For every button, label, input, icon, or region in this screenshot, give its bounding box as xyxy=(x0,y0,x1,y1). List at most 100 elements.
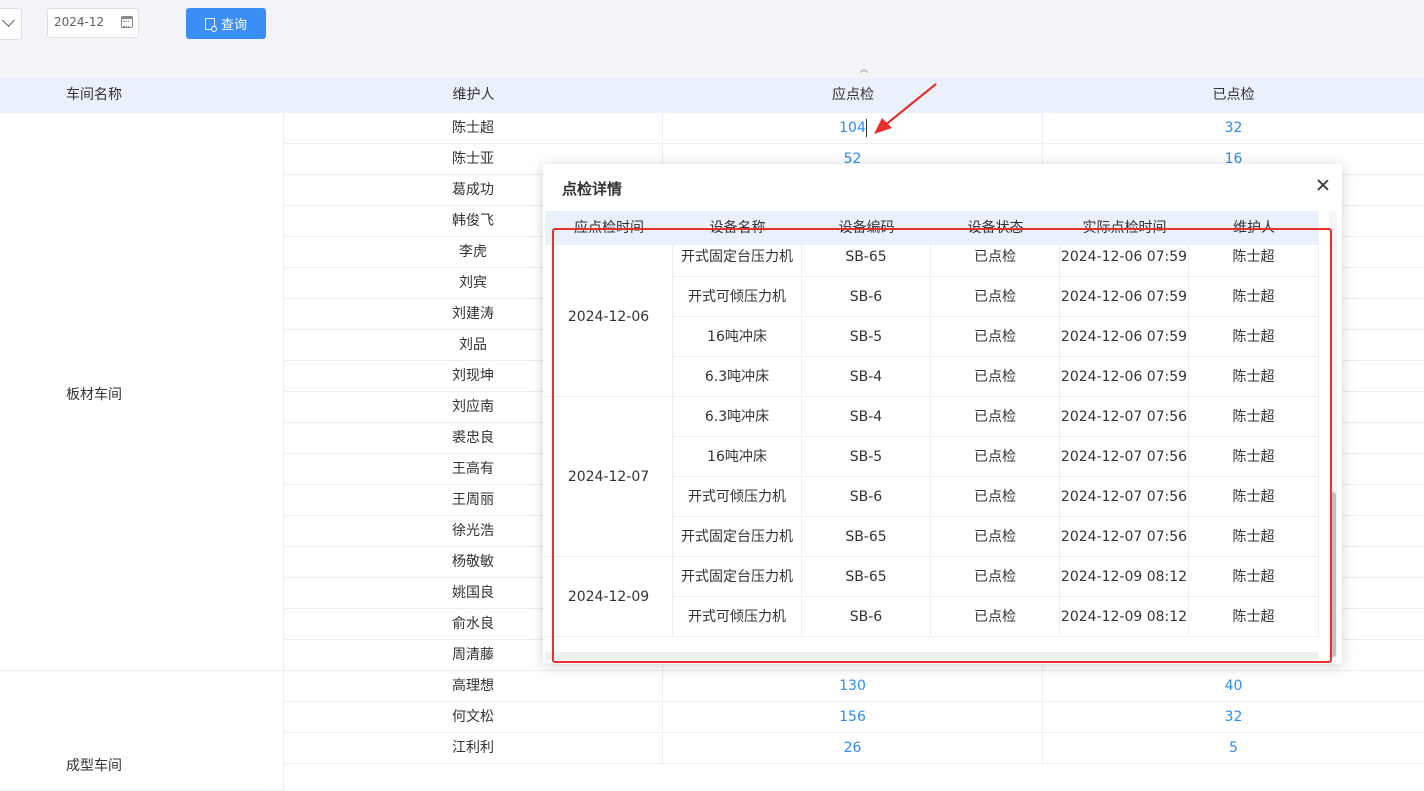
col-header-device-code: 设备编码 xyxy=(838,220,895,236)
actual-time-cell: 2024-12-06 07:59 xyxy=(1060,245,1189,277)
due-date-cell: 2024-12-07 xyxy=(545,397,673,557)
workshop-cell: 成型车间 xyxy=(0,671,284,791)
detail-table-body: 2024-12-06 开式固定台压力机 SB-65 已点检 2024-12-06 07:… xyxy=(545,245,1319,652)
col-header-done: 已点检 xyxy=(1212,87,1255,103)
workshop-cell: 板材车间 xyxy=(0,113,284,671)
device-status-cell: 已点检 xyxy=(931,437,1060,477)
device-code-cell: SB-6 xyxy=(802,477,931,517)
inspection-detail-dialog: 点检详情 应点检时间 设备名称 设备编码 设备状态 实际点检时间 维护人 202… xyxy=(543,164,1342,664)
workshop-name: 板材车间 xyxy=(66,387,122,403)
col-header-person: 维护人 xyxy=(1233,220,1275,236)
query-button[interactable]: 查询 xyxy=(186,8,266,39)
main-table-header: 车间名称 维护人 应点检 已点检 xyxy=(0,78,1424,113)
actual-time-cell: 2024-12-07 07:56 xyxy=(1060,517,1189,557)
workshop-select[interactable] xyxy=(0,8,22,40)
actual-time-cell: 2024-12-07 07:56 xyxy=(1060,397,1189,437)
month-picker[interactable]: 2024-12 xyxy=(47,8,139,38)
search-doc-icon xyxy=(204,17,217,32)
device-name-cell: 开式可倾压力机 xyxy=(673,597,802,637)
due-count-link[interactable]: 104 xyxy=(663,113,1043,143)
col-header-due-time: 应点检时间 xyxy=(574,220,644,236)
person-cell: 陈士超 xyxy=(1189,437,1319,477)
device-name-cell: 16吨冲床 xyxy=(673,437,802,477)
maintainer-cell: 何文松 xyxy=(284,702,663,732)
maintainer-cell: 高理想 xyxy=(284,671,663,701)
person-cell: 陈士超 xyxy=(1189,397,1319,437)
actual-time-cell: 2024-12-09 08:12 xyxy=(1060,597,1189,637)
table-row: 陈士超 104 32 xyxy=(284,113,1424,144)
table-row: 高理想 130 40 xyxy=(284,671,1424,702)
device-status-cell: 已点检 xyxy=(931,397,1060,437)
device-status-cell: 已点检 xyxy=(931,557,1060,597)
device-code-cell: SB-6 xyxy=(802,277,931,317)
calendar-icon[interactable] xyxy=(121,16,133,28)
device-name-cell: 开式固定台压力机 xyxy=(673,517,802,557)
due-count-link[interactable]: 156 xyxy=(663,702,1043,732)
close-icon[interactable] xyxy=(1316,178,1330,192)
due-date-cell: 2024-12-06 xyxy=(545,245,673,397)
person-cell: 陈士超 xyxy=(1189,477,1319,517)
query-button-label: 查询 xyxy=(220,18,247,33)
done-count-link[interactable]: 40 xyxy=(1043,671,1424,701)
chevron-down-icon xyxy=(2,14,15,27)
person-cell: 陈士超 xyxy=(1189,517,1319,557)
device-code-cell: SB-65 xyxy=(802,245,931,277)
device-name-cell: 开式可倾压力机 xyxy=(673,277,802,317)
col-header-actual-time: 实际点检时间 xyxy=(1082,220,1167,236)
detail-table-header: 应点检时间 设备名称 设备编码 设备状态 实际点检时间 维护人 xyxy=(545,211,1319,245)
device-status-cell: 已点检 xyxy=(931,477,1060,517)
actual-time-cell: 2024-12-06 07:59 xyxy=(1060,277,1189,317)
maintainer-cell: 江利利 xyxy=(284,733,663,763)
person-cell: 陈士超 xyxy=(1189,245,1319,277)
workshop-name: 成型车间 xyxy=(66,758,122,774)
actual-time-cell: 2024-12-06 07:59 xyxy=(1060,357,1189,397)
device-code-cell: SB-5 xyxy=(802,317,931,357)
device-code-cell: SB-65 xyxy=(802,517,931,557)
done-count-link[interactable]: 32 xyxy=(1043,702,1424,732)
device-status-cell: 已点检 xyxy=(931,277,1060,317)
due-date-cell: 2024-12-09 xyxy=(545,557,673,637)
device-name-cell: 开式可倾压力机 xyxy=(673,477,802,517)
device-status-cell: 已点检 xyxy=(931,245,1060,277)
done-count-link[interactable]: 32 xyxy=(1043,113,1424,143)
text-cursor xyxy=(866,119,867,137)
horizontal-scrollbar[interactable] xyxy=(545,652,1319,660)
due-count-link[interactable]: 26 xyxy=(663,733,1043,763)
annotation-arrow-icon xyxy=(874,83,937,134)
col-header-device-name: 设备名称 xyxy=(709,220,766,236)
filter-bar: 2024-12 查询 ︽ xyxy=(0,0,1424,78)
device-code-cell: SB-4 xyxy=(802,397,931,437)
device-name-cell: 6.3吨冲床 xyxy=(673,357,802,397)
device-code-cell: SB-65 xyxy=(802,557,931,597)
collapse-up-icon[interactable]: ︽ xyxy=(859,66,869,77)
col-header-maintainer: 维护人 xyxy=(452,87,495,103)
device-code-cell: SB-4 xyxy=(802,357,931,397)
device-name-cell: 16吨冲床 xyxy=(673,317,802,357)
table-row: 江利利 26 5 xyxy=(284,733,1424,764)
device-name-cell: 开式固定台压力机 xyxy=(673,245,802,277)
col-header-device-status: 设备状态 xyxy=(967,220,1024,236)
device-status-cell: 已点检 xyxy=(931,357,1060,397)
done-count-link[interactable]: 5 xyxy=(1043,733,1424,763)
person-cell: 陈士超 xyxy=(1189,597,1319,637)
device-code-cell: SB-6 xyxy=(802,597,931,637)
actual-time-cell: 2024-12-09 08:12 xyxy=(1060,557,1189,597)
person-cell: 陈士超 xyxy=(1189,357,1319,397)
person-cell: 陈士超 xyxy=(1189,277,1319,317)
person-cell: 陈士超 xyxy=(1189,557,1319,597)
device-name-cell: 6.3吨冲床 xyxy=(673,397,802,437)
maintainer-cell: 陈士超 xyxy=(284,113,663,143)
actual-time-cell: 2024-12-06 07:59 xyxy=(1060,317,1189,357)
person-cell: 陈士超 xyxy=(1189,317,1319,357)
device-status-cell: 已点检 xyxy=(931,517,1060,557)
actual-time-cell: 2024-12-07 07:56 xyxy=(1060,437,1189,477)
device-status-cell: 已点检 xyxy=(931,597,1060,637)
table-row: 何文松 156 32 xyxy=(284,702,1424,733)
device-status-cell: 已点检 xyxy=(931,317,1060,357)
due-count-link[interactable]: 130 xyxy=(663,671,1043,701)
actual-time-cell: 2024-12-07 07:56 xyxy=(1060,477,1189,517)
scrollbar-thumb[interactable] xyxy=(1330,492,1336,657)
device-code-cell: SB-5 xyxy=(802,437,931,477)
device-name-cell: 开式固定台压力机 xyxy=(673,557,802,597)
col-header-workshop: 车间名称 xyxy=(66,87,122,103)
